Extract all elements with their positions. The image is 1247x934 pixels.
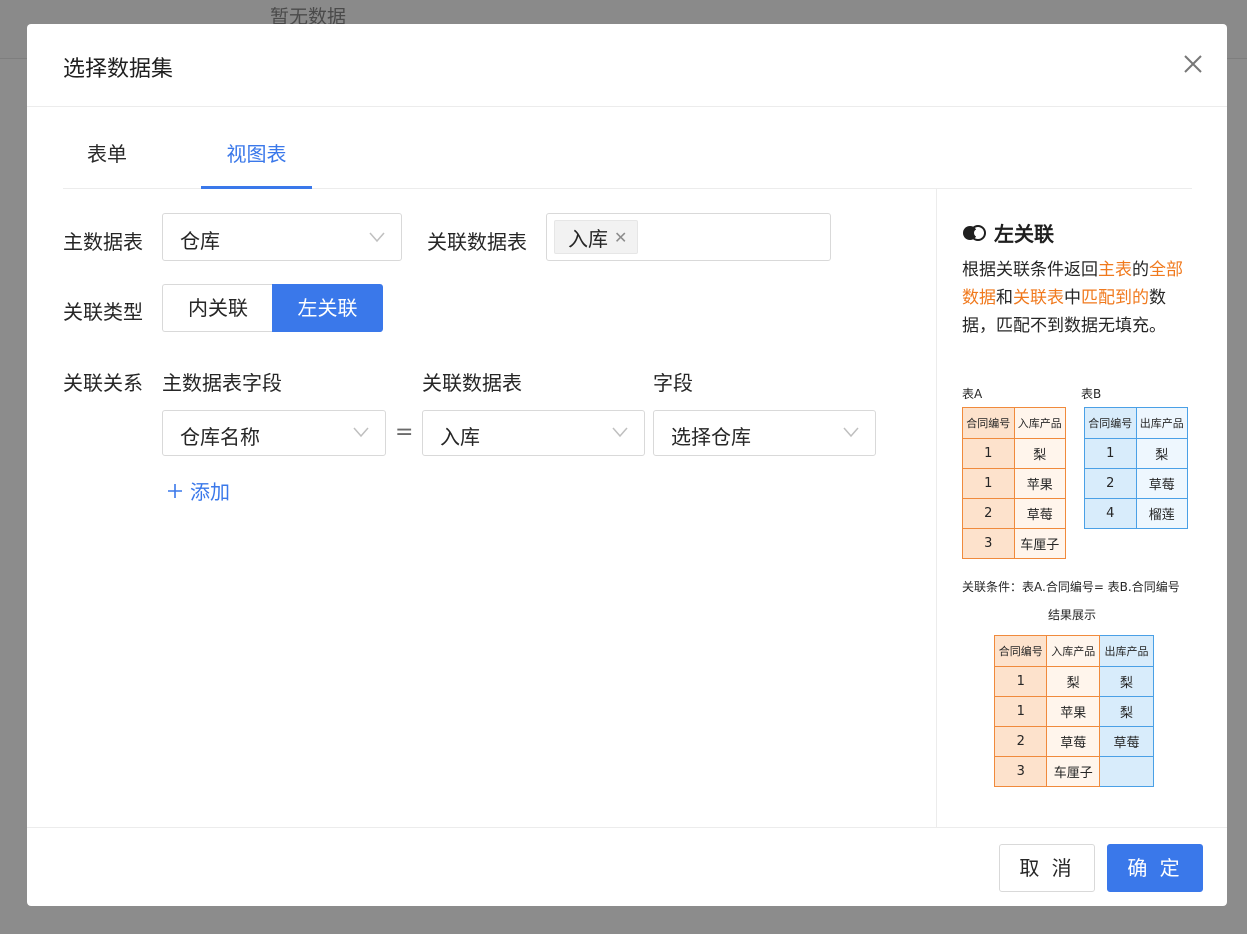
table-b-header: 出库产品 bbox=[1135, 407, 1188, 439]
add-relation-button[interactable]: 添加 bbox=[166, 476, 230, 505]
result-cell: 梨 bbox=[1098, 666, 1155, 697]
left-join-title: 左关联 bbox=[962, 218, 1054, 247]
desc-highlight: 主表 bbox=[1098, 260, 1132, 280]
related-table-field-select[interactable]: 入库 bbox=[422, 410, 645, 456]
close-icon[interactable] bbox=[1181, 52, 1205, 76]
panel-divider bbox=[936, 188, 937, 827]
desc-highlight: 关联表 bbox=[1013, 288, 1064, 308]
result-cell: 苹果 bbox=[1046, 696, 1100, 727]
desc-text: 中 bbox=[1064, 288, 1081, 308]
related-table-tag: 入库 ✕ bbox=[554, 220, 639, 254]
field-select[interactable]: 选择仓库 bbox=[653, 410, 876, 456]
field-value: 选择仓库 bbox=[671, 425, 751, 449]
table-b-cell: 草莓 bbox=[1135, 468, 1188, 499]
result-cell: 草莓 bbox=[1046, 726, 1100, 757]
desc-text: 的 bbox=[1132, 260, 1149, 280]
left-join-description: 根据关联条件返回主表的全部数据和关联表中匹配到的数据，匹配不到数据无填充。 bbox=[962, 256, 1192, 340]
result-cell bbox=[1098, 756, 1155, 787]
tag-close-icon[interactable]: ✕ bbox=[614, 228, 627, 247]
join-type-left[interactable]: 左关联 bbox=[272, 284, 383, 332]
result-header: 合同编号 bbox=[993, 635, 1048, 667]
result-cell: 3 bbox=[993, 756, 1048, 787]
col-main-field: 主数据表字段 bbox=[162, 371, 282, 395]
table-b-cell: 2 bbox=[1084, 468, 1137, 499]
main-field-select[interactable]: 仓库名称 bbox=[162, 410, 386, 456]
table-a-cell: 梨 bbox=[1013, 438, 1066, 469]
confirm-button[interactable]: 确 定 bbox=[1107, 844, 1203, 892]
table-b-header: 合同编号 bbox=[1084, 407, 1137, 439]
tab-active-indicator bbox=[201, 186, 312, 189]
table-a-cell: 草莓 bbox=[1013, 498, 1066, 529]
result-header: 出库产品 bbox=[1098, 635, 1155, 667]
table-a-diagram: 合同编号 入库产品 1梨 1 苹果 2 草莓 3 车厘子 bbox=[962, 407, 1066, 559]
chevron-down-icon bbox=[612, 427, 628, 438]
main-table-label: 主数据表 bbox=[63, 230, 143, 254]
add-relation-label: 添加 bbox=[190, 480, 230, 504]
join-type-label: 关联类型 bbox=[63, 300, 143, 324]
left-join-icon bbox=[963, 224, 986, 241]
select-dataset-dialog: 选择数据集 表单 视图表 主数据表 仓库 关联数据表 入库 ✕ 关联类型 内关联… bbox=[27, 24, 1227, 906]
dataset-tabs: 表单 视图表 bbox=[63, 120, 1192, 189]
table-a-header: 合同编号 bbox=[962, 407, 1015, 439]
result-table-diagram: 合同编号 入库产品 出库产品 1梨梨 1 苹果梨 2 草莓 草莓 3 车厘子 bbox=[993, 635, 1155, 787]
join-type-inner[interactable]: 内关联 bbox=[162, 284, 273, 332]
table-b-label: 表B bbox=[1081, 387, 1102, 401]
left-join-title-text: 左关联 bbox=[994, 222, 1054, 246]
table-a-cell: 1 bbox=[962, 438, 1015, 469]
col-related-table: 关联数据表 bbox=[422, 371, 522, 395]
table-a-header: 入库产品 bbox=[1013, 407, 1066, 439]
main-table-value: 仓库 bbox=[180, 229, 220, 253]
result-cell: 车厘子 bbox=[1046, 756, 1100, 787]
related-table-field-value: 入库 bbox=[440, 425, 480, 449]
result-cell: 草莓 bbox=[1098, 726, 1155, 757]
table-a-cell: 1 bbox=[962, 468, 1015, 499]
result-cell: 梨 bbox=[1098, 696, 1155, 727]
desc-text: 根据关联条件返回 bbox=[962, 260, 1098, 280]
dialog-title: 选择数据集 bbox=[63, 57, 174, 82]
desc-highlight: 匹配到的 bbox=[1081, 288, 1149, 308]
table-a-cell: 2 bbox=[962, 498, 1015, 529]
result-label: 结果展示 bbox=[1048, 608, 1097, 622]
related-table-label: 关联数据表 bbox=[427, 230, 527, 254]
table-b-cell: 1 bbox=[1084, 438, 1137, 469]
join-condition: 关联条件：表A.合同编号= 表B.合同编号 bbox=[962, 580, 1180, 594]
table-b-cell: 4 bbox=[1084, 498, 1137, 529]
table-b-diagram: 合同编号 出库产品 1梨 2 草莓 4 榴莲 bbox=[1084, 407, 1188, 529]
col-field: 字段 bbox=[653, 371, 693, 395]
chevron-down-icon bbox=[353, 427, 369, 438]
chevron-down-icon bbox=[369, 232, 385, 243]
plus-icon bbox=[168, 483, 182, 498]
tab-form[interactable]: 表单 bbox=[63, 120, 151, 188]
table-a-label: 表A bbox=[962, 387, 983, 401]
equals-sign: = bbox=[395, 420, 414, 445]
table-b-cell: 榴莲 bbox=[1135, 498, 1188, 529]
desc-text: 和 bbox=[996, 288, 1013, 308]
table-a-cell: 3 bbox=[962, 528, 1015, 559]
table-a-cell: 苹果 bbox=[1013, 468, 1066, 499]
related-table-multiselect[interactable]: 入库 ✕ bbox=[546, 213, 831, 261]
chevron-down-icon bbox=[843, 427, 859, 438]
cancel-button[interactable]: 取 消 bbox=[999, 844, 1095, 892]
main-table-select[interactable]: 仓库 bbox=[162, 213, 402, 261]
tab-view-table[interactable]: 视图表 bbox=[201, 120, 312, 188]
table-b-cell: 梨 bbox=[1135, 438, 1188, 469]
result-cell: 梨 bbox=[1046, 666, 1100, 697]
dialog-header: 选择数据集 bbox=[27, 24, 1227, 107]
result-cell: 1 bbox=[993, 666, 1048, 697]
table-a-cell: 车厘子 bbox=[1013, 528, 1066, 559]
dialog-footer: 取 消 确 定 bbox=[27, 827, 1227, 906]
main-field-value: 仓库名称 bbox=[180, 425, 260, 449]
related-table-tag-text: 入库 bbox=[568, 226, 608, 251]
result-cell: 2 bbox=[993, 726, 1048, 757]
result-cell: 1 bbox=[993, 696, 1048, 727]
result-header: 入库产品 bbox=[1046, 635, 1100, 667]
relation-label: 关联关系 bbox=[63, 371, 143, 395]
